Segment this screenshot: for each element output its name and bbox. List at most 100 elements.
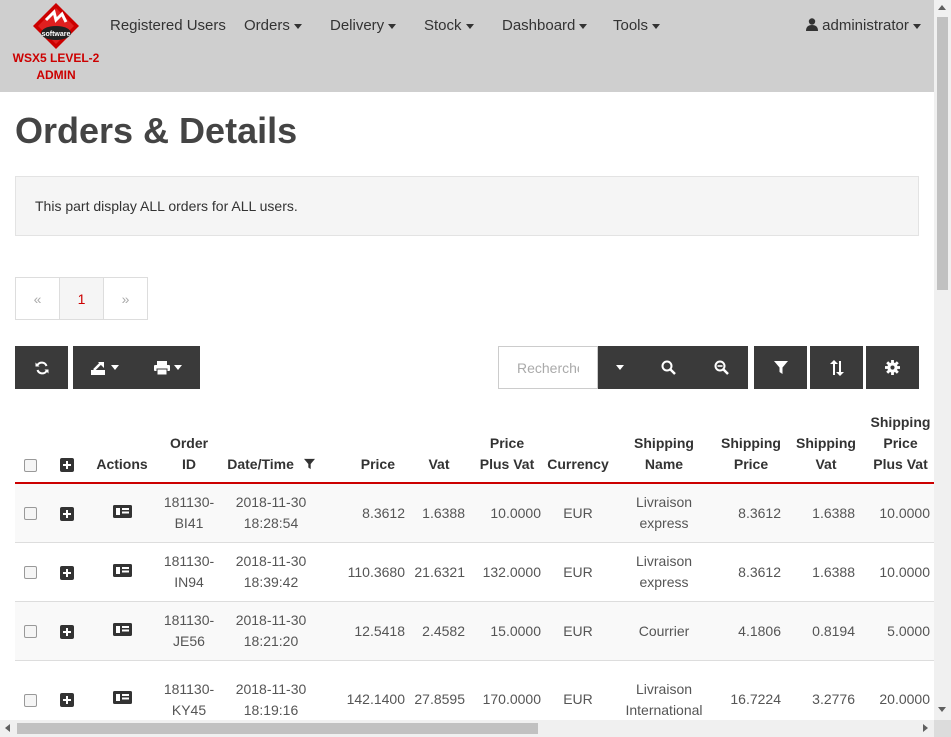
- cell-order-id: 181130- JE56: [155, 601, 223, 661]
- zoom-out-button[interactable]: [695, 346, 748, 389]
- caret-down-icon: [579, 23, 588, 29]
- export-icon: [90, 361, 105, 375]
- row-checkbox[interactable]: [23, 566, 37, 580]
- cell-shipping-vat: 1.6388: [785, 542, 867, 602]
- col-price-plus-vat[interactable]: Price Plus Vat: [469, 406, 545, 484]
- scroll-right-arrow-icon[interactable]: [923, 724, 928, 732]
- expand-all-cell: [45, 406, 89, 484]
- cell-price: 142.1400: [319, 660, 409, 720]
- cell-order-id: 181130- KY45: [155, 660, 223, 720]
- expand-row-icon[interactable]: [60, 506, 74, 521]
- col-shipping-name[interactable]: Shipping Name: [611, 406, 717, 484]
- table-row[interactable]: 181130- JE56 2018-11-30 18:21:20 12.5418 2…: [15, 601, 934, 661]
- cell-datetime: 2018-11-30 18:21:20: [223, 601, 319, 661]
- header-label: Price: [733, 456, 769, 472]
- details-card-icon[interactable]: [112, 563, 132, 577]
- vertical-scroll-thumb[interactable]: [937, 17, 948, 290]
- row-checkbox[interactable]: [23, 507, 37, 521]
- row-checkbox[interactable]: [23, 693, 37, 707]
- nav-label: Delivery: [330, 17, 385, 34]
- col-datetime[interactable]: Date/Time: [223, 406, 319, 484]
- table-row[interactable]: 181130- IN94 2018-11-30 18:39:42 110.3680 …: [15, 542, 934, 602]
- details-card-icon[interactable]: [112, 622, 132, 636]
- scroll-up-arrow-icon[interactable]: [938, 5, 946, 10]
- refresh-button[interactable]: [15, 346, 68, 389]
- refresh-icon: [35, 361, 48, 374]
- caret-down-icon: [652, 23, 661, 29]
- caret-down-icon: [293, 23, 302, 29]
- row-actions-cell: [89, 483, 155, 543]
- print-button[interactable]: [136, 346, 200, 389]
- col-shipping-vat[interactable]: Shipping Vat: [785, 406, 867, 484]
- row-select-cell: [15, 601, 45, 661]
- search-button[interactable]: [642, 346, 695, 389]
- filter-icon[interactable]: [303, 458, 315, 470]
- cell-price: 8.3612: [319, 483, 409, 543]
- nav-dashboard-dropdown[interactable]: Dashboard: [502, 17, 588, 34]
- nav-label: Registered Users: [110, 17, 226, 34]
- row-expand-cell: [45, 660, 89, 720]
- settings-button[interactable]: [866, 346, 919, 389]
- cell-shipping-name: Courrier: [611, 601, 717, 661]
- pagination-page[interactable]: 1: [59, 277, 104, 320]
- sort-button[interactable]: [810, 346, 863, 389]
- col-price[interactable]: Price: [319, 406, 409, 484]
- expand-all-icon[interactable]: [60, 458, 74, 473]
- print-icon: [154, 360, 170, 375]
- expand-row-icon[interactable]: [60, 693, 74, 708]
- expand-row-icon[interactable]: [60, 624, 74, 639]
- header-label: Shipping: [870, 414, 931, 430]
- select-all-checkbox[interactable]: [23, 458, 37, 472]
- vertical-scrollbar[interactable]: [934, 0, 951, 720]
- expand-row-icon[interactable]: [60, 565, 74, 580]
- pagination-next[interactable]: »: [103, 277, 148, 320]
- horizontal-scroll-thumb[interactable]: [17, 723, 538, 734]
- cell-shipping-price: 4.1806: [717, 601, 785, 661]
- table-row[interactable]: 181130- KY45 2018-11-30 18:19:16 142.1400 …: [15, 660, 934, 720]
- brand[interactable]: software WSX5 LEVEL-2 ADMIN: [8, 2, 104, 90]
- search-icon: [661, 360, 676, 375]
- row-actions-cell: [89, 542, 155, 602]
- cell-shipping-price-plus-vat: 20.0000: [867, 660, 934, 720]
- cell-shipping-price: 8.3612: [717, 483, 785, 543]
- nav-tools-dropdown[interactable]: Tools: [613, 17, 661, 34]
- nav-orders-dropdown[interactable]: Orders: [244, 17, 302, 34]
- nav-label: Dashboard: [502, 17, 576, 34]
- col-vat[interactable]: Vat: [409, 406, 469, 484]
- scroll-down-arrow-icon[interactable]: [938, 707, 946, 712]
- col-shipping-price-plus-vat[interactable]: Shipping Price Plus Vat: [867, 406, 934, 484]
- col-order-id[interactable]: Order ID: [155, 406, 223, 484]
- search-options-button[interactable]: [598, 346, 642, 389]
- cell-shipping-price: 16.7224: [717, 660, 785, 720]
- cell-price-plus-vat: 10.0000: [469, 483, 545, 543]
- export-button[interactable]: [73, 346, 136, 389]
- pagination-prev[interactable]: «: [15, 277, 60, 320]
- table-row[interactable]: 181130- BI41 2018-11-30 18:28:54 8.3612 1.…: [15, 483, 934, 543]
- scroll-left-arrow-icon[interactable]: [5, 724, 10, 732]
- details-card-icon[interactable]: [112, 691, 132, 704]
- col-currency[interactable]: Currency: [545, 406, 611, 484]
- cell-order-id: 181130- BI41: [155, 483, 223, 543]
- caret-down-icon: [388, 23, 397, 29]
- header-label: Date/Time: [227, 456, 294, 472]
- nav-stock-dropdown[interactable]: Stock: [424, 17, 474, 34]
- details-card-icon[interactable]: [112, 504, 132, 518]
- row-checkbox[interactable]: [23, 625, 37, 639]
- col-shipping-price[interactable]: Shipping Price: [717, 406, 785, 484]
- nav-registered-users[interactable]: Registered Users: [110, 17, 226, 34]
- filter-button[interactable]: [754, 346, 807, 389]
- cell-shipping-vat: 1.6388: [785, 483, 867, 543]
- nav-user-dropdown[interactable]: administrator: [806, 17, 921, 34]
- user-icon: [806, 18, 818, 31]
- row-select-cell: [15, 542, 45, 602]
- header-label: Shipping: [634, 435, 694, 451]
- horizontal-scrollbar[interactable]: [0, 720, 934, 737]
- nav-delivery-dropdown[interactable]: Delivery: [330, 17, 397, 34]
- filter-icon: [773, 361, 788, 374]
- cell-vat: 27.8595: [409, 660, 469, 720]
- row-actions-cell: [89, 660, 155, 720]
- caret-down-icon: [465, 23, 474, 29]
- cell-price: 12.5418: [319, 601, 409, 661]
- search-input[interactable]: [498, 346, 598, 389]
- row-expand-cell: [45, 601, 89, 661]
